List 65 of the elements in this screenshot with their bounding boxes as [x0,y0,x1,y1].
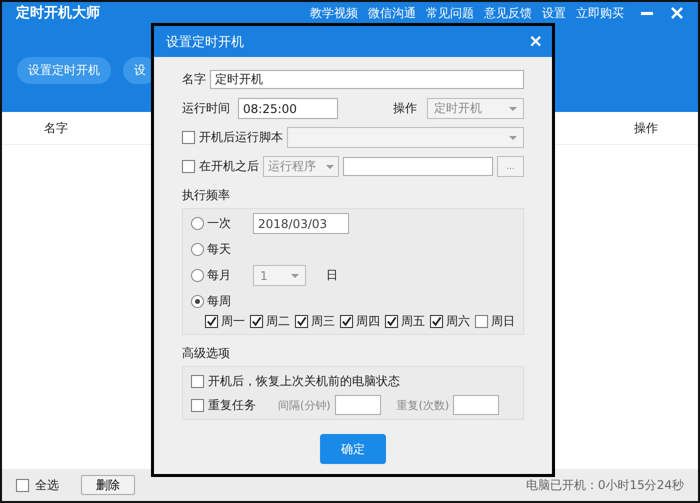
close-button[interactable]: ✕ [527,32,544,52]
close-icon[interactable] [670,6,684,20]
delete-button[interactable]: 删除 [81,475,135,495]
interval-field[interactable] [334,395,381,415]
checkbox-label: 在开机之后 [199,158,259,175]
column-header: 操作 [634,120,658,136]
day-dropdown[interactable]: 1 [253,265,306,286]
weekday-label: 周一 [221,313,245,330]
section-label: 执行频率 [182,187,231,204]
field-label: 重复(次数) [396,398,450,412]
dialog-title: 设置定时开机 [166,34,244,50]
checkbox[interactable] [191,374,204,388]
radio-button[interactable] [191,243,204,256]
radio-button[interactable] [191,295,204,308]
checkbox[interactable] [182,160,195,173]
field-label: 操作 [393,100,417,117]
checkbox[interactable] [205,315,218,328]
weekday-label: 周四 [356,313,380,330]
ok-button[interactable]: 确定 [320,434,386,464]
date-field[interactable]: 2018/03/03 [253,213,349,234]
weekday-label: 周五 [401,313,425,330]
checkbox[interactable] [475,315,488,328]
weekday-label: 周日 [491,313,515,330]
checkbox[interactable] [191,398,204,412]
radio-label: 每天 [207,241,232,258]
menu-link[interactable]: 微信沟通 [368,4,416,22]
column-header: 名字 [44,120,68,136]
radio-label: 一次 [207,215,232,232]
select-all-label: 全选 [35,476,59,494]
checkbox[interactable] [16,478,29,492]
count-field[interactable] [453,395,500,415]
field-label: 间隔(分钟) [278,398,331,412]
menu-link[interactable]: 立即购买 [576,4,624,22]
toolbar-button[interactable]: 设置定时开机 [17,57,111,84]
weekday-label: 周三 [311,313,335,330]
field-label: 运行时间 [182,100,230,117]
day-unit-label: 日 [326,267,338,284]
checkbox-label: 重复任务 [208,396,257,414]
radio-label: 每月 [207,267,232,284]
name-field[interactable]: 定时开机 [210,70,524,89]
radio-label: 每周 [207,293,232,310]
checkbox[interactable] [430,315,443,328]
checkbox-label: 开机后，恢复上次关机前的电脑状态 [208,372,400,390]
radio-button[interactable] [191,217,204,230]
section-label: 高级选项 [182,345,231,362]
checkbox[interactable] [340,315,353,328]
menu-link[interactable]: 教学视频 [310,4,358,22]
checkbox[interactable] [385,315,398,328]
radio-button[interactable] [191,269,204,282]
field-label: 名字 [182,71,206,88]
program-dropdown[interactable]: 运行程序 [263,156,339,177]
menu-link[interactable]: 常见问题 [426,4,474,22]
program-path-field[interactable] [343,157,493,176]
uptime-status: 电脑已开机：0小时15分24秒 [526,476,684,494]
weekday-label: 周六 [446,313,470,330]
time-field[interactable]: 08:25:00 [238,98,338,119]
checkbox[interactable] [250,315,263,328]
weekday-label: 周二 [266,313,290,330]
checkbox[interactable] [295,315,308,328]
menu-link[interactable]: 设置 [542,4,566,22]
menu-link[interactable]: 意见反馈 [484,4,532,22]
app-title: 定时开机大师 [16,4,100,22]
checkbox[interactable] [182,131,195,144]
checkbox-label: 开机后运行脚本 [199,129,283,146]
browse-button[interactable]: ... [497,156,524,177]
